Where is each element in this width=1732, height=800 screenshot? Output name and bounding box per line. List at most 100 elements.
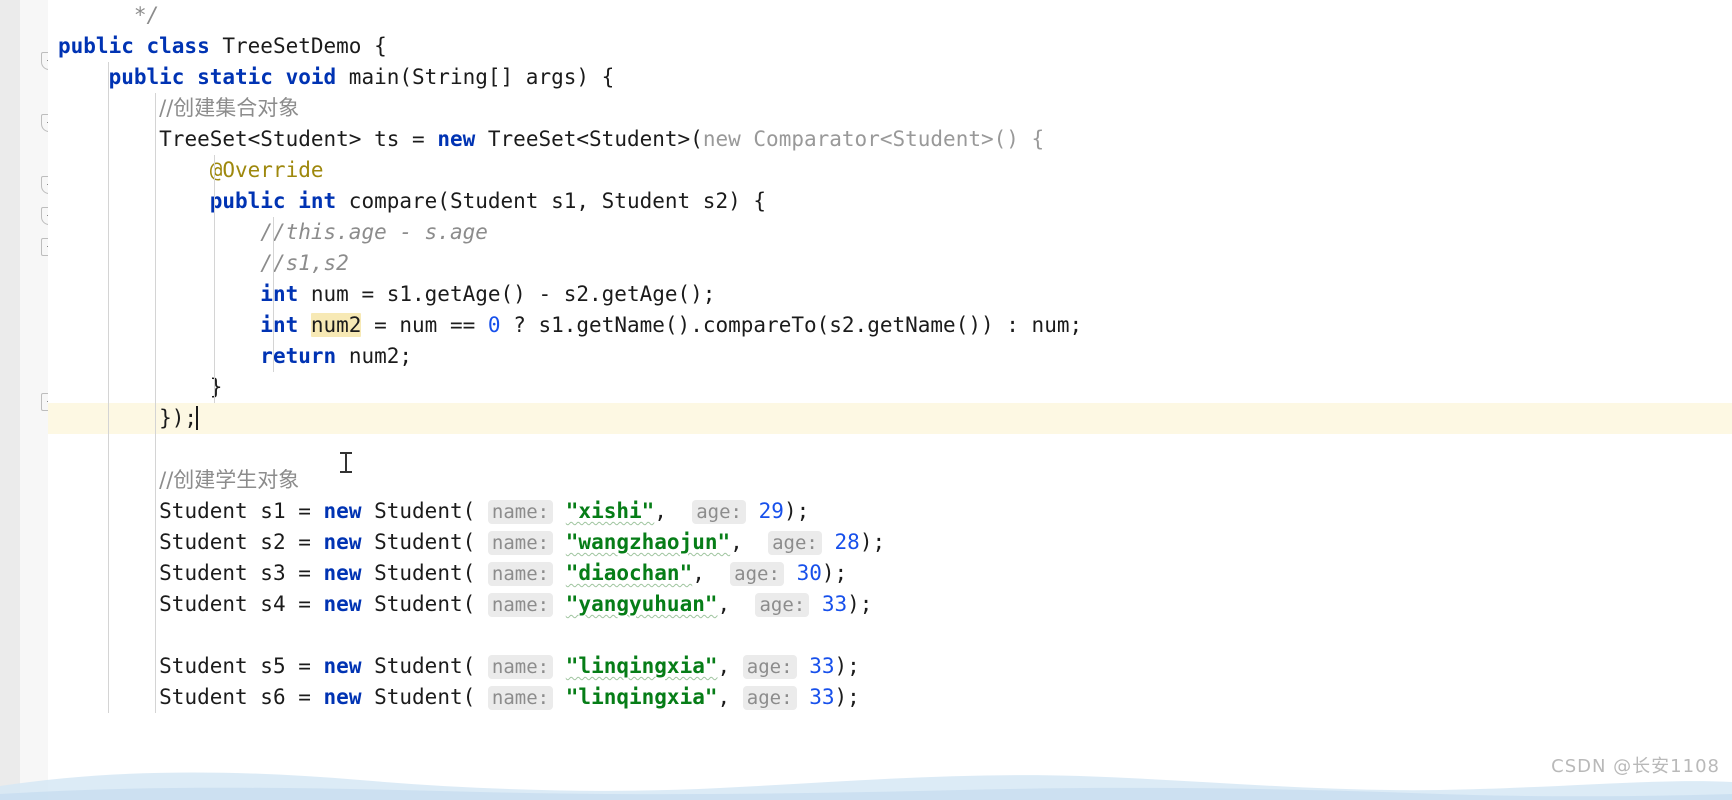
code-line[interactable]: @Override: [48, 155, 1732, 186]
code-line[interactable]: //创建集合对象: [48, 93, 1732, 124]
code-token: num2;: [348, 344, 413, 368]
indent-guide: [155, 372, 156, 403]
indent-guide: [273, 279, 274, 310]
code-line[interactable]: public static void main(String[] args) {: [48, 62, 1732, 93]
indent-guide: [108, 682, 109, 713]
indent-guide: [155, 527, 156, 558]
code-token: );: [834, 654, 860, 678]
code-line[interactable]: [48, 620, 1732, 651]
code-line[interactable]: });: [48, 403, 1732, 434]
code-token: Student s6 =: [159, 685, 324, 709]
code-token: 29: [758, 499, 784, 523]
indent-guide: [108, 186, 109, 217]
indent-guide: [155, 403, 156, 434]
code-token: //this.age - s.age: [260, 220, 488, 244]
indent-guide: [155, 558, 156, 589]
code-token: age:: [730, 562, 784, 586]
code-token: ,: [654, 499, 693, 523]
code-token: age:: [692, 500, 746, 524]
code-token: new: [702, 127, 754, 151]
code-token: );: [834, 685, 860, 709]
indent-guide: [155, 651, 156, 682]
decorative-wave: [0, 772, 1732, 800]
code-token: age:: [755, 593, 810, 617]
line-number-gutter: [0, 0, 21, 800]
code-line[interactable]: int num2 = num == 0 ? s1.getName().compa…: [48, 310, 1732, 341]
code-token: @Override: [209, 158, 324, 182]
code-token: age:: [768, 531, 822, 555]
code-token: public int: [209, 189, 349, 213]
indent-guide: [214, 310, 215, 341]
code-line[interactable]: Student s5 = new Student( name: "linqing…: [48, 651, 1732, 682]
indent-guide: [108, 589, 109, 620]
indent-guide: [108, 217, 109, 248]
code-line[interactable]: Student s1 = new Student( name: "xishi",…: [48, 496, 1732, 527]
indent-guide: [108, 155, 109, 186]
indent-guide: [155, 279, 156, 310]
code-folding-gutter[interactable]: [20, 0, 63, 800]
code-line[interactable]: }: [48, 372, 1732, 403]
code-editor[interactable]: */ public class TreeSetDemo { public stat…: [0, 0, 1732, 800]
code-line[interactable]: public class TreeSetDemo {: [48, 31, 1732, 62]
code-token: new: [323, 561, 375, 585]
code-token: age:: [742, 686, 797, 710]
code-line[interactable]: Student s6 = new Student( name: "linqing…: [48, 682, 1732, 713]
code-token: Student(: [374, 530, 476, 554]
code-token: compare(Student s1, Student s2) {: [348, 189, 767, 213]
code-token: Student s5 =: [159, 654, 324, 678]
indent-guide: [108, 651, 109, 682]
code-line[interactable]: */: [48, 0, 1732, 31]
code-token: int: [260, 313, 311, 337]
code-line[interactable]: [48, 434, 1732, 465]
indent-guide: [108, 527, 109, 558]
code-token: num2: [310, 313, 362, 337]
indent-guide: [273, 217, 274, 248]
indent-guide: [108, 620, 109, 651]
indent-guide: [155, 620, 156, 651]
code-line[interactable]: return num2;: [48, 341, 1732, 372]
code-line[interactable]: //s1,s2: [48, 248, 1732, 279]
code-line[interactable]: //this.age - s.age: [48, 217, 1732, 248]
code-token: age:: [742, 655, 797, 679]
code-token: name:: [487, 500, 554, 524]
code-token: ,: [717, 654, 743, 678]
code-token: Student s1 =: [159, 499, 324, 523]
code-line[interactable]: //创建学生对象: [48, 465, 1732, 496]
code-line[interactable]: Student s4 = new Student( name: "yangyuh…: [48, 589, 1732, 620]
indent-guide: [214, 372, 215, 403]
code-token: new: [323, 685, 375, 709]
code-token: 33: [809, 654, 835, 678]
indent-guide: [108, 341, 109, 372]
code-token: name:: [487, 562, 554, 586]
code-token: new: [437, 127, 488, 151]
code-token: name:: [487, 531, 554, 555]
indent-guide: [155, 217, 156, 248]
code-line[interactable]: TreeSet<Student> ts = new TreeSet<Studen…: [48, 124, 1732, 155]
code-line[interactable]: Student s3 = new Student( name: "diaocha…: [48, 558, 1732, 589]
code-line[interactable]: public int compare(Student s1, Student s…: [48, 186, 1732, 217]
code-token: new: [323, 499, 375, 523]
indent-guide: [155, 341, 156, 372]
code-line[interactable]: Student s2 = new Student( name: "wangzha…: [48, 527, 1732, 558]
code-token: Comparator<Student>() {: [753, 127, 1045, 151]
code-text-area[interactable]: */ public class TreeSetDemo { public stat…: [48, 0, 1732, 800]
code-line[interactable]: int num = s1.getAge() - s2.getAge();: [48, 279, 1732, 310]
csdn-watermark: CSDN @长安1108: [1551, 756, 1720, 777]
indent-guide: [155, 434, 156, 465]
code-token: Student(: [374, 561, 476, 585]
indent-guide: [155, 124, 156, 155]
indent-guide: [108, 93, 109, 124]
